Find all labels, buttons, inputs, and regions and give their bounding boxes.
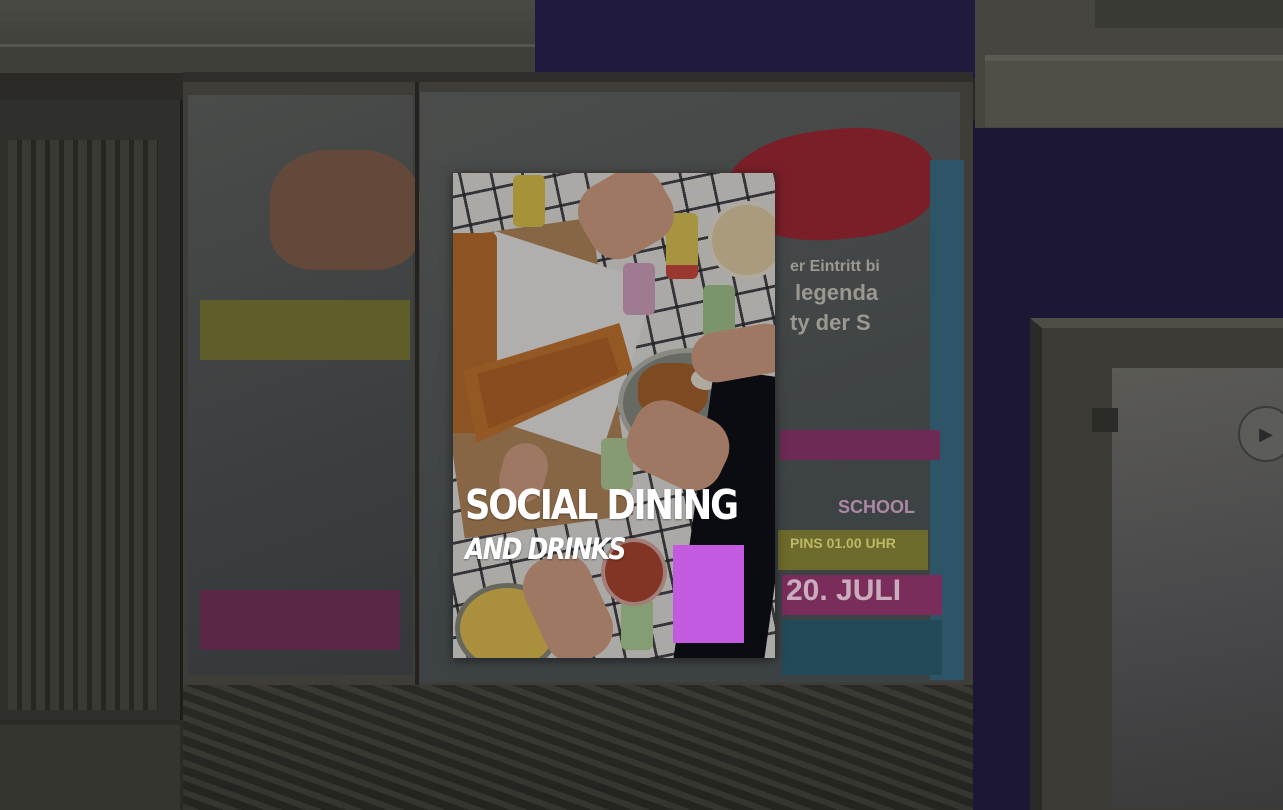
wall-text-5: PINS 01.00 UHR (790, 535, 896, 551)
torn-poster-yellow (200, 300, 410, 360)
torn-poster-cyan-band (782, 620, 942, 675)
torn-poster-pink (200, 590, 400, 650)
street-wall-scene: er Eintritt bi legenda ty der S SCHOOL P… (0, 0, 1283, 810)
metal-door-right (1030, 318, 1283, 810)
wall-text-1: er Eintritt bi (790, 258, 880, 275)
poster-headline: SOCIAL DINING (465, 481, 739, 529)
utility-box-base (183, 685, 973, 810)
poster-accent-block (673, 545, 744, 643)
social-dining-poster: SOCIAL DINING AND DRINKS (453, 173, 775, 658)
grated-door-left (0, 100, 186, 720)
building-cornice-right (975, 0, 1283, 128)
poster-subline: AND DRINKS (465, 532, 626, 566)
building-cornice-left (0, 0, 560, 73)
torn-poster-portrait (270, 150, 420, 270)
wall-text-6: 20. JULI (786, 574, 902, 607)
purple-wall-top (535, 0, 975, 78)
wall-base-left (0, 725, 180, 810)
wall-text-2: legenda (795, 280, 879, 305)
wall-text-3: ty der S (790, 310, 871, 335)
door-hinge (1092, 408, 1118, 432)
torn-poster-pink-band (780, 430, 940, 460)
wall-text-4: SCHOOL (838, 497, 916, 517)
